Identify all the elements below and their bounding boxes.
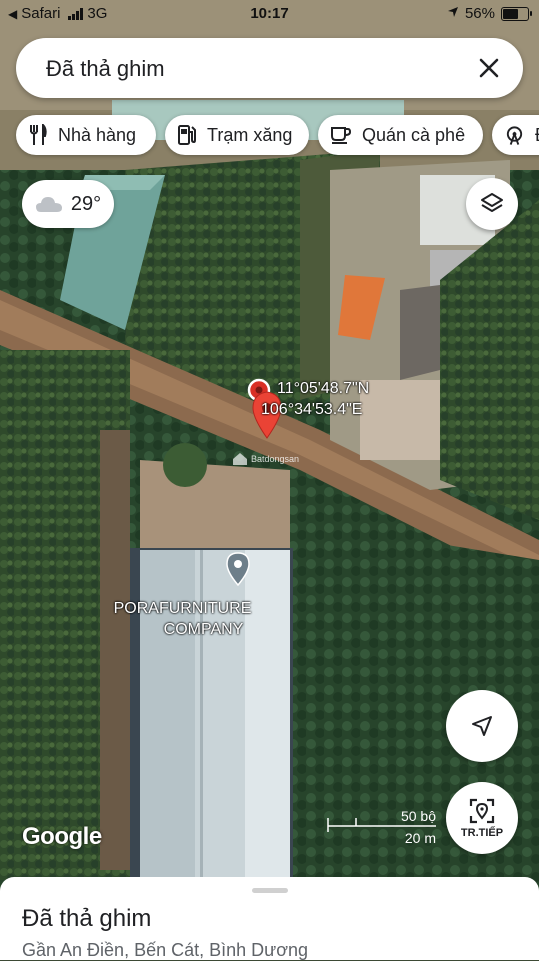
layers-icon xyxy=(481,193,503,212)
location-arrow-icon xyxy=(447,5,459,22)
weather-chip[interactable]: 29° xyxy=(22,180,114,228)
battery-icon xyxy=(501,6,532,21)
next-button-label: TR.TIẾP xyxy=(460,826,504,839)
category-chips: Nhà hàng Trạm xăng Quán cà phê Đ xyxy=(16,115,539,157)
next-button[interactable]: TR.TIẾP xyxy=(446,782,518,854)
my-location-button[interactable] xyxy=(446,690,518,762)
coffee-icon xyxy=(331,127,352,144)
chip-coffee[interactable]: Quán cà phê xyxy=(318,115,483,155)
chip-label: Nhà hàng xyxy=(58,124,137,145)
bottom-sheet-title: Đã thả ghim xyxy=(22,905,152,932)
poi-name-line1: PORAFURNITURE xyxy=(113,600,252,617)
chip-restaurants[interactable]: Nhà hàng xyxy=(16,115,156,155)
chip-label: Đ xyxy=(535,125,539,146)
close-icon[interactable] xyxy=(473,52,505,84)
chip-label: Trạm xăng xyxy=(207,124,293,145)
map-scale: 50 bộ 20 m xyxy=(326,806,438,846)
search-bar[interactable]: Đã thả ghim xyxy=(16,38,523,98)
navigation-arrow-icon xyxy=(472,716,492,736)
poi-label[interactable]: PORAFURNITURE COMPANY xyxy=(100,598,265,640)
watermark: Batdongsan xyxy=(232,452,299,466)
restaurant-icon xyxy=(30,124,47,145)
poi-marker-icon[interactable] xyxy=(226,552,250,586)
search-query[interactable]: Đã thả ghim xyxy=(46,56,165,82)
scale-top-label: 50 bộ xyxy=(400,808,436,824)
pin-latitude: 11°05'48.7"N xyxy=(277,380,370,397)
status-bar: ◀ Safari 3G 10:17 56% xyxy=(0,0,539,28)
attraction-icon xyxy=(506,126,523,145)
poi-name-line2: COMPANY xyxy=(163,621,244,638)
battery-percent: 56% xyxy=(464,5,495,22)
gas-station-icon xyxy=(178,125,196,145)
drag-handle[interactable] xyxy=(252,888,288,893)
bottom-sheet-subtitle: Gần An Điền, Bến Cát, Bình Dương xyxy=(22,940,309,960)
status-right: 56% xyxy=(447,5,532,22)
chip-label: Quán cà phê xyxy=(362,124,466,145)
house-logo-icon xyxy=(233,453,247,465)
chip-attractions[interactable]: Đ xyxy=(492,115,539,155)
weather-temp: 29° xyxy=(70,192,102,215)
watermark-text: Batdongsan xyxy=(251,454,300,464)
scale-bottom-label: 20 m xyxy=(404,830,436,846)
pin-coordinates: 11°05'48.7"N 106°34'53.4"E xyxy=(261,378,370,420)
layers-button[interactable] xyxy=(466,178,518,230)
chip-gas-stations[interactable]: Trạm xăng xyxy=(165,115,309,155)
google-logo: Google xyxy=(22,823,102,850)
scan-pin-icon xyxy=(469,798,495,823)
pin-longitude: 106°34'53.4"E xyxy=(261,401,363,418)
cloud-icon xyxy=(35,197,62,212)
